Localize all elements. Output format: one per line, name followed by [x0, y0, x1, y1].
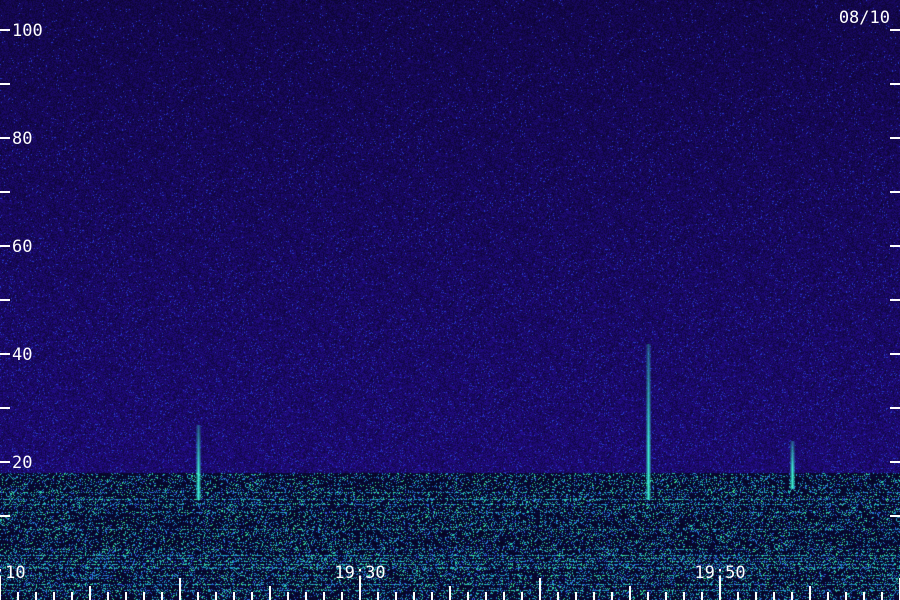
- chart-axes: 20 40 60 80 100 19:10 19:30 19:50 08/10: [0, 8, 900, 600]
- x-tick-label: 19:50: [694, 563, 745, 583]
- y-ticks-right: [890, 29, 900, 517]
- spectrogram-chart: 20 40 60 80 100 19:10 19:30 19:50 08/10: [0, 0, 900, 600]
- x-tick-label: 19:10: [0, 563, 26, 583]
- y-tick-label: 80: [12, 129, 32, 149]
- x-ticks: [0, 578, 900, 600]
- y-tick-label: 40: [12, 345, 32, 365]
- y-tick-label: 20: [12, 453, 32, 473]
- x-tick-label: 19:30: [334, 563, 385, 583]
- y-tick-label: 60: [12, 237, 32, 257]
- date-label: 08/10: [839, 8, 890, 28]
- y-tick-label: 100: [12, 21, 43, 41]
- y-tick-labels: 20 40 60 80 100: [12, 21, 43, 473]
- y-ticks-left: [0, 29, 10, 517]
- x-tick-labels: 19:10 19:30 19:50: [0, 563, 746, 583]
